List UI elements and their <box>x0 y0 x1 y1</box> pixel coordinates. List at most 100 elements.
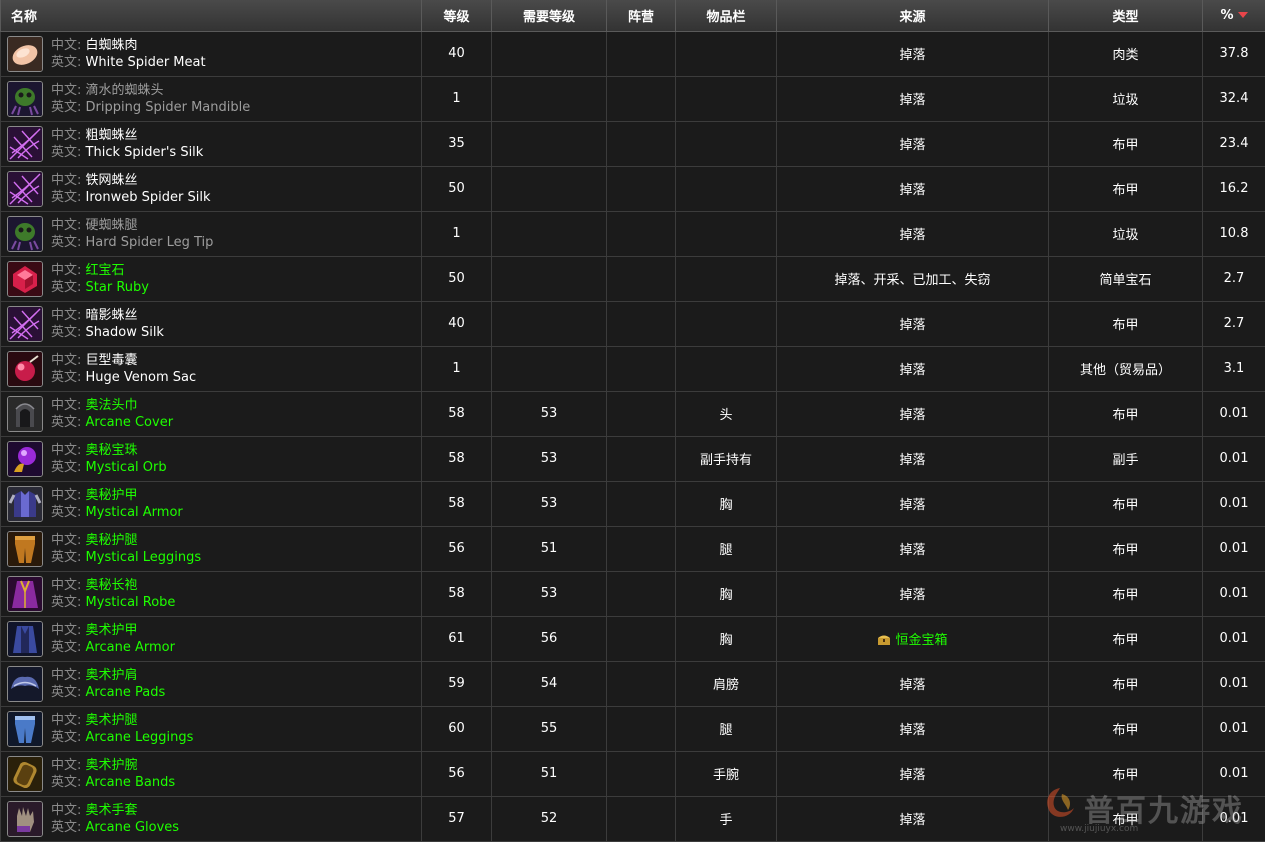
chinese-label: 中文: <box>51 803 81 818</box>
item-name-cn[interactable]: 白蜘蛛肉 <box>86 38 138 53</box>
item-name-en[interactable]: Huge Venom Sac <box>86 370 197 385</box>
column-header-slot[interactable]: 物品栏 <box>676 0 777 31</box>
item-name-cn[interactable]: 奥术护甲 <box>86 623 138 638</box>
item-name-en[interactable]: Hard Spider Leg Tip <box>86 235 214 250</box>
table-row[interactable]: 中文: 奥秘护腿英文: Mystical Leggings5651腿掉落布甲0.… <box>1 526 1265 571</box>
item-name-en[interactable]: Arcane Leggings <box>86 730 194 745</box>
column-header-name[interactable]: 名称 <box>1 0 422 31</box>
item-name-en[interactable]: Dripping Spider Mandible <box>86 100 251 115</box>
cell-slot: 胸 <box>676 481 777 526</box>
item-name-en[interactable]: Mystical Armor <box>86 505 183 520</box>
item-name-cn[interactable]: 奥术手套 <box>86 803 138 818</box>
cell-req-level: 53 <box>492 436 607 481</box>
cell-req-level <box>492 256 607 301</box>
robe-icon[interactable] <box>7 576 43 612</box>
cell-level: 50 <box>422 166 492 211</box>
spider-head-icon[interactable] <box>7 216 43 252</box>
cell-slot: 手 <box>676 796 777 841</box>
item-name-en[interactable]: Arcane Armor <box>86 640 175 655</box>
table-row[interactable]: 中文: 粗蜘蛛丝英文: Thick Spider's Silk35掉落布甲23.… <box>1 121 1265 166</box>
cell-source: 掉落 <box>777 301 1049 346</box>
shoulder-icon[interactable] <box>7 666 43 702</box>
table-row[interactable]: 中文: 奥术护腿英文: Arcane Leggings6055腿掉落布甲0.01 <box>1 706 1265 751</box>
item-name-en[interactable]: Arcane Pads <box>86 685 166 700</box>
item-name-cn[interactable]: 奥秘护腿 <box>86 533 138 548</box>
column-header-percent[interactable]: % <box>1203 0 1265 31</box>
item-name-cn[interactable]: 奥术护腕 <box>86 758 138 773</box>
loot-table-body: 中文: 白蜘蛛肉英文: White Spider Meat40掉落肉类37.8中… <box>1 31 1265 841</box>
column-header-type[interactable]: 类型 <box>1049 0 1203 31</box>
gloves-icon[interactable] <box>7 801 43 837</box>
item-name-cn[interactable]: 红宝石 <box>86 263 125 278</box>
cell-req-level <box>492 301 607 346</box>
item-name-en[interactable]: White Spider Meat <box>86 55 206 70</box>
table-row[interactable]: 中文: 奥术手套英文: Arcane Gloves5752手掉落布甲0.01 <box>1 796 1265 841</box>
item-name-cn[interactable]: 奥法头巾 <box>86 398 138 413</box>
cell-type: 布甲 <box>1049 616 1203 661</box>
table-row[interactable]: 中文: 滴水的蜘蛛头英文: Dripping Spider Mandible1掉… <box>1 76 1265 121</box>
cell-type: 布甲 <box>1049 301 1203 346</box>
column-header-level[interactable]: 等级 <box>422 0 492 31</box>
cell-side <box>607 166 676 211</box>
leggings-icon[interactable] <box>7 531 43 567</box>
blue-robe-icon[interactable] <box>7 621 43 657</box>
ruby-icon[interactable] <box>7 261 43 297</box>
item-name-en[interactable]: Ironweb Spider Silk <box>86 190 211 205</box>
item-name-en[interactable]: Mystical Robe <box>86 595 176 610</box>
column-header-req-level[interactable]: 需要等级 <box>492 0 607 31</box>
column-header-side[interactable]: 阵营 <box>607 0 676 31</box>
venom-sac-icon[interactable] <box>7 351 43 387</box>
orb-icon[interactable] <box>7 441 43 477</box>
table-row[interactable]: 中文: 红宝石英文: Star Ruby50掉落、开采、已加工、失窃简单宝石2.… <box>1 256 1265 301</box>
table-row[interactable]: 中文: 奥秘长袍英文: Mystical Robe5853胸掉落布甲0.01 <box>1 571 1265 616</box>
table-row[interactable]: 中文: 奥术护甲英文: Arcane Armor6156胸恒金宝箱布甲0.01 <box>1 616 1265 661</box>
source-link[interactable]: 恒金宝箱 <box>877 633 947 648</box>
item-name-cn[interactable]: 奥术护腿 <box>86 713 138 728</box>
item-name-cn[interactable]: 粗蜘蛛丝 <box>86 128 138 143</box>
cell-percent: 10.8 <box>1203 211 1265 256</box>
item-name-en[interactable]: Arcane Bands <box>86 775 176 790</box>
cell-req-level: 55 <box>492 706 607 751</box>
item-name-en[interactable]: Mystical Leggings <box>86 550 202 565</box>
item-name-cn[interactable]: 巨型毒囊 <box>86 353 138 368</box>
item-name-cn[interactable]: 暗影蛛丝 <box>86 308 138 323</box>
spider-silk-icon[interactable] <box>7 306 43 342</box>
meat-icon[interactable] <box>7 36 43 72</box>
bracer-icon[interactable] <box>7 756 43 792</box>
item-name-cn[interactable]: 奥秘护甲 <box>86 488 138 503</box>
item-name-en[interactable]: Mystical Orb <box>86 460 167 475</box>
source-text: 掉落 <box>899 678 925 693</box>
item-name-cn[interactable]: 硬蜘蛛腿 <box>86 218 138 233</box>
item-name-en[interactable]: Arcane Gloves <box>86 820 180 835</box>
english-label: 英文: <box>51 730 81 745</box>
item-name-en[interactable]: Shadow Silk <box>86 325 164 340</box>
source-text: 掉落 <box>899 363 925 378</box>
column-header-source[interactable]: 来源 <box>777 0 1049 31</box>
item-name-en[interactable]: Arcane Cover <box>86 415 174 430</box>
item-name-en[interactable]: Star Ruby <box>86 280 149 295</box>
spider-head-icon[interactable] <box>7 81 43 117</box>
item-name-en[interactable]: Thick Spider's Silk <box>86 145 204 160</box>
item-name-cn[interactable]: 奥术护肩 <box>86 668 138 683</box>
table-row[interactable]: 中文: 奥法头巾英文: Arcane Cover5853头掉落布甲0.01 <box>1 391 1265 436</box>
item-name-cn[interactable]: 滴水的蜘蛛头 <box>86 83 164 98</box>
source-text: 掉落 <box>899 48 925 63</box>
blue-leggings-icon[interactable] <box>7 711 43 747</box>
table-row[interactable]: 中文: 暗影蛛丝英文: Shadow Silk40掉落布甲2.7 <box>1 301 1265 346</box>
cell-slot <box>676 256 777 301</box>
table-row[interactable]: 中文: 奥秘宝珠英文: Mystical Orb5853副手持有掉落副手0.01 <box>1 436 1265 481</box>
table-row[interactable]: 中文: 硬蜘蛛腿英文: Hard Spider Leg Tip1掉落垃圾10.8 <box>1 211 1265 256</box>
table-row[interactable]: 中文: 白蜘蛛肉英文: White Spider Meat40掉落肉类37.8 <box>1 31 1265 76</box>
spider-silk-icon[interactable] <box>7 126 43 162</box>
item-name-cn[interactable]: 奥秘长袍 <box>86 578 138 593</box>
chest-armor-icon[interactable] <box>7 486 43 522</box>
table-row[interactable]: 中文: 奥术护肩英文: Arcane Pads5954肩膀掉落布甲0.01 <box>1 661 1265 706</box>
table-row[interactable]: 中文: 奥秘护甲英文: Mystical Armor5853胸掉落布甲0.01 <box>1 481 1265 526</box>
hood-icon[interactable] <box>7 396 43 432</box>
item-name-cn[interactable]: 奥秘宝珠 <box>86 443 138 458</box>
item-name-cn[interactable]: 铁网蛛丝 <box>86 173 138 188</box>
table-row[interactable]: 中文: 铁网蛛丝英文: Ironweb Spider Silk50掉落布甲16.… <box>1 166 1265 211</box>
spider-silk-icon[interactable] <box>7 171 43 207</box>
table-row[interactable]: 中文: 奥术护腕英文: Arcane Bands5651手腕掉落布甲0.01 <box>1 751 1265 796</box>
table-row[interactable]: 中文: 巨型毒囊英文: Huge Venom Sac1掉落其他（贸易品）3.1 <box>1 346 1265 391</box>
